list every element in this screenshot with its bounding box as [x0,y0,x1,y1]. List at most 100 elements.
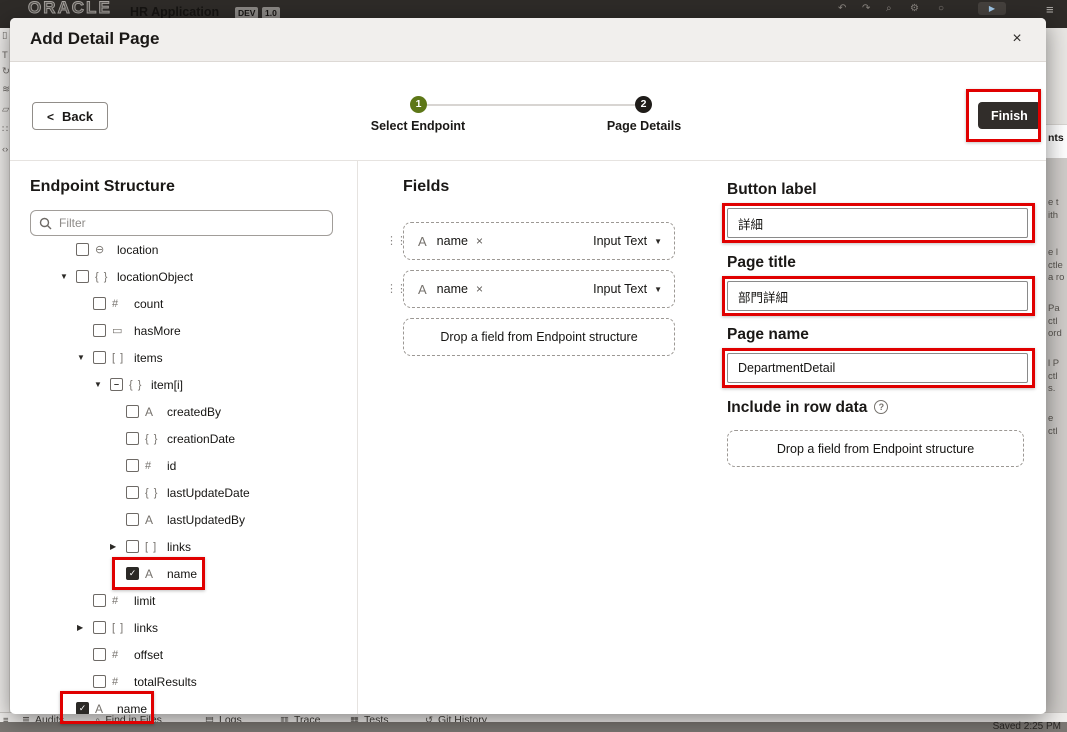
number-type-icon: # [112,676,132,688]
tree-item-count[interactable]: #count [10,290,357,317]
dots-icon[interactable]: ∷ [2,124,8,136]
tree-checkbox[interactable]: ✓ [76,702,89,714]
footer-tab-audits[interactable]: ≣Audits [22,714,64,722]
refresh-icon[interactable]: ↻ [2,66,10,78]
tree-item-label: items [134,351,163,365]
string-type-icon: A [418,282,427,297]
tree-checkbox[interactable] [126,540,139,553]
row-data-drop-zone[interactable]: Drop a field from Endpoint structure [727,430,1024,467]
text-icon[interactable]: T [2,50,8,62]
tree-checkbox[interactable] [93,648,106,661]
drag-handle[interactable]: ⋮⋮ [386,234,396,247]
tree-item-name[interactable]: ✓Aname [10,695,357,714]
code-icon[interactable]: ‹› [2,144,8,156]
box-icon[interactable]: ▱ [2,104,9,116]
close-icon[interactable]: × [1006,28,1028,50]
tree-checkbox[interactable] [126,432,139,445]
tree-checkbox[interactable] [93,594,106,607]
remove-field-icon[interactable]: × [476,234,483,248]
tree-checkbox[interactable] [93,297,106,310]
filter-field[interactable] [30,210,333,236]
drag-handle[interactable]: ⋮⋮ [386,282,396,295]
device-icon[interactable]: ▯ [2,30,7,42]
footer-tab-git-history[interactable]: ↺Git History [425,714,487,722]
settings-icon[interactable]: ⚙ [910,3,919,15]
tree-item-items[interactable]: ▼[ ]items [10,344,357,371]
avatar-icon[interactable]: ○ [938,3,944,15]
clipped-background-text: Pa [1048,303,1060,314]
array-type-icon: [ ] [112,622,132,634]
chevron-left-icon: < [47,110,54,124]
tree-checkbox[interactable] [93,621,106,634]
tests-icon: ▦ [350,714,359,722]
field-control-value: Input Text [593,282,647,296]
tree-item-links[interactable]: ▶[ ]links [10,533,357,560]
help-icon[interactable]: ? [874,400,888,414]
tree-checkbox[interactable] [93,324,106,337]
field-control-select[interactable]: Input Text▼ [593,234,662,248]
footer-tab-trace[interactable]: ▥ Trace [280,714,320,722]
tree-checkbox[interactable] [126,513,139,526]
tree-checkbox[interactable] [76,270,89,283]
tree-checkbox[interactable]: – [110,378,123,391]
tree-item-label: links [134,621,158,635]
undo-icon[interactable]: ↶ [838,3,846,15]
tree-checkbox[interactable] [126,486,139,499]
field-control-select[interactable]: Input Text▼ [593,282,662,296]
page-name-input[interactable] [727,353,1028,383]
logs-icon: ▤ [205,714,214,722]
menu-icon[interactable]: ≡ [1046,3,1054,17]
back-button[interactable]: <Back [32,102,108,130]
field-card[interactable]: Aname×Input Text▼ [403,222,675,260]
trace-icon: ▥ [280,714,289,722]
tree-item-id[interactable]: #id [10,452,357,479]
tree-checkbox[interactable] [93,675,106,688]
expand-arrow-icon[interactable]: ▼ [77,353,93,362]
remove-field-icon[interactable]: × [476,282,483,296]
filter-input[interactable] [59,216,332,230]
tree-item-location[interactable]: ⊖location [10,236,357,263]
tree-checkbox[interactable] [126,459,139,472]
tree-item-lastUpdatedBy[interactable]: AlastUpdatedBy [10,506,357,533]
tree-item-hasMore[interactable]: ▭hasMore [10,317,357,344]
save-status: Saved 2:25 PM [993,722,1061,732]
expand-arrow-icon[interactable]: ▶ [77,623,93,632]
finish-button[interactable]: Finish [978,102,1041,129]
button-label-input[interactable] [727,208,1028,238]
object-type-icon: { } [129,379,149,391]
tree-item-locationObject[interactable]: ▼{ }locationObject [10,263,357,290]
page-title-input[interactable] [727,281,1028,311]
field-name: name [437,234,468,248]
fields-drop-zone[interactable]: Drop a field from Endpoint structure [403,318,675,356]
tree-item-createdBy[interactable]: AcreatedBy [10,398,357,425]
redo-icon[interactable]: ↷ [862,3,870,15]
tree-item-creationDate[interactable]: { }creationDate [10,425,357,452]
footer-tab-tests[interactable]: ▦Tests [350,714,389,722]
tree-item-lastUpdateDate[interactable]: { }lastUpdateDate [10,479,357,506]
lines-icon[interactable]: ≋ [2,84,10,96]
panel-toggle-icon[interactable]: ≡ [3,714,9,722]
tree-checkbox[interactable]: ✓ [126,567,139,580]
footer-tab-label: Trace [294,714,320,722]
expand-arrow-icon[interactable]: ▶ [110,542,126,551]
tree-item-links[interactable]: ▶ [ ]links [10,614,357,641]
tree-item-name[interactable]: ✓Aname [10,560,357,587]
step-2-indicator: 2 [635,96,652,113]
footer-tab-find-in-files[interactable]: ⌕Find in Files [95,714,162,722]
expand-arrow-icon[interactable]: ▼ [60,272,76,281]
expand-arrow-icon[interactable]: ▼ [94,380,110,389]
tree-checkbox[interactable] [93,351,106,364]
object-type-icon: { } [145,487,165,499]
divider [357,161,358,714]
fields-title: Fields [403,178,449,196]
footer-tab-logs[interactable]: ▤Logs [205,714,242,722]
play-icon[interactable]: ▶ [978,2,1006,15]
tree-checkbox[interactable] [76,243,89,256]
field-card[interactable]: Aname×Input Text▼ [403,270,675,308]
tree-checkbox[interactable] [126,405,139,418]
tree-item-item[i][interactable]: ▼–{ }item[i] [10,371,357,398]
tree-item-totalResults[interactable]: #totalResults [10,668,357,695]
tree-item-limit[interactable]: #limit [10,587,357,614]
search-icon[interactable]: ⌕ [886,3,892,15]
tree-item-offset[interactable]: #offset [10,641,357,668]
